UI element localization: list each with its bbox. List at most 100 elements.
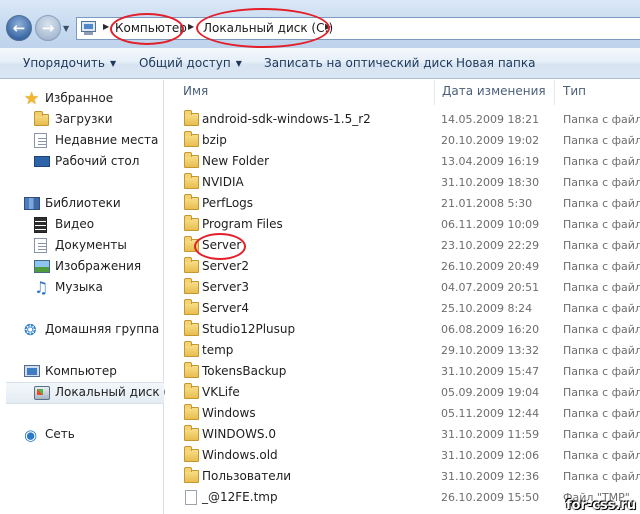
file-row[interactable]: Пользователи 31.10.2009 12:36 Папка с файл [165,467,640,488]
computer-icon [80,21,97,36]
nav-recent[interactable]: Недавние места [34,131,159,151]
nav-local-disk[interactable]: Локальный диск (C [6,382,176,404]
folder-icon [184,173,199,189]
folder-icon [184,152,199,168]
nav-local-disk-label: Локальный диск (C [55,385,177,399]
folder-icon [184,278,199,294]
file-type: Папка с файл [563,176,640,189]
file-row[interactable]: WINDOWS.0 31.10.2009 11:59 Папка с файл [165,425,640,446]
desktop-icon [34,156,50,167]
nav-music[interactable]: ♫ Музыка [34,278,159,298]
burn-button[interactable]: Записать на оптический диск [264,56,453,70]
nav-libraries[interactable]: Библиотеки [24,194,154,214]
nav-downloads[interactable]: Загрузки [34,110,159,130]
nav-homegroup[interactable]: ❂ Домашняя группа [24,320,159,340]
file-row[interactable]: bzip 20.10.2009 19:02 Папка с файл [165,131,640,152]
file-date: 14.05.2009 18:21 [441,113,540,126]
organize-button[interactable]: Упорядочить ▼ [23,56,116,70]
file-name: Windows.old [202,448,278,462]
file-type: Папка с файл [563,239,640,252]
new-folder-button[interactable]: Новая папка [456,56,535,70]
file-row[interactable]: TokensBackup 31.10.2009 15:47 Папка с файл [165,362,640,383]
nav-video[interactable]: Видео [34,215,159,235]
file-icon [185,490,197,505]
file-type: Папка с файл [563,407,640,420]
recent-places-icon [34,133,47,148]
folder-icon [184,257,199,273]
breadcrumb-separator-icon[interactable]: ▶ [103,22,109,31]
file-name: TokensBackup [202,364,287,378]
file-date: 31.10.2009 12:06 [441,449,540,462]
folder-icon [184,425,199,441]
share-button[interactable]: Общий доступ ▼ [139,56,242,70]
file-row[interactable]: Server3 04.07.2009 20:51 Папка с файл [165,278,640,299]
column-divider[interactable] [434,80,435,105]
column-header-date[interactable]: Дата изменения [442,84,546,106]
file-type: Папка с файл [563,302,640,315]
file-type: Папка с файл [563,428,640,441]
file-date: 06.11.2009 10:09 [441,218,540,231]
file-type: Папка с файл [563,470,640,483]
nav-music-label: Музыка [55,280,103,294]
file-row[interactable]: android-sdk-windows-1.5_r2 14.05.2009 18:… [165,110,640,131]
column-header-type[interactable]: Тип [563,84,586,106]
file-date: 29.10.2009 13:32 [441,344,540,357]
file-date: 05.11.2009 12:44 [441,407,540,420]
file-row[interactable]: Windows 05.11.2009 12:44 Папка с файл [165,404,640,425]
column-divider[interactable] [554,80,555,105]
forward-button[interactable]: → [35,15,61,41]
file-row[interactable]: Studio12Plusup 06.08.2009 16:20 Папка с фа… [165,320,640,341]
file-name: Пользователи [202,469,292,483]
file-row[interactable]: New Folder 13.04.2009 16:19 Папка с файл [165,152,640,173]
file-date: 31.10.2009 15:47 [441,365,540,378]
organize-label: Упорядочить [23,56,105,70]
file-date: 31.10.2009 11:59 [441,428,540,441]
command-bar: Упорядочить ▼ Общий доступ ▼ Записать на о… [0,48,640,79]
forward-arrow-icon: → [41,19,55,37]
file-date: 23.10.2009 22:29 [441,239,540,252]
file-name: android-sdk-windows-1.5_r2 [202,112,371,126]
file-name: VKLife [202,385,240,399]
nav-desktop[interactable]: Рабочий стол [34,152,159,172]
red-annotation-circle [110,13,184,45]
downloads-folder-icon [34,111,49,126]
red-annotation-circle [194,233,246,260]
file-type: Папка с файл [563,113,640,126]
nav-favorites[interactable]: ★ Избранное [24,89,154,109]
documents-icon [34,238,47,253]
nav-desktop-label: Рабочий стол [55,154,140,168]
file-name: Studio12Plusup [202,322,296,336]
nav-pictures[interactable]: Изображения [34,257,159,277]
breadcrumb-separator-icon[interactable]: ▶ [188,22,194,31]
watermark: for-css.ru [565,498,636,513]
file-date: 06.08.2009 16:20 [441,323,540,336]
file-date: 21.01.2008 5:30 [441,197,533,210]
file-name: temp [202,343,234,357]
file-row[interactable]: NVIDIA 31.10.2009 18:30 Папка с файл [165,173,640,194]
file-row[interactable]: Server4 25.10.2009 8:24 Папка с файл [165,299,640,320]
nav-video-label: Видео [55,217,95,231]
new-folder-label: Новая папка [456,56,536,70]
back-button[interactable]: ← [6,15,32,41]
nav-network[interactable]: ◉ Сеть [24,425,154,445]
file-type: Папка с файл [563,155,640,168]
file-date: 31.10.2009 12:36 [441,470,540,483]
music-icon: ♫ [34,278,49,297]
nav-documents[interactable]: Документы [34,236,159,256]
video-icon [34,217,47,233]
history-dropdown-icon[interactable]: ▼ [63,24,69,33]
file-row[interactable]: PerfLogs 21.01.2008 5:30 Папка с файл [165,194,640,215]
nav-pictures-label: Изображения [55,259,142,273]
file-row[interactable]: Windows.old 31.10.2009 12:06 Папка с файл [165,446,640,467]
dropdown-arrow-icon: ▼ [109,59,117,68]
file-row[interactable]: temp 29.10.2009 13:32 Папка с файл [165,341,640,362]
column-header-name[interactable]: Имя [183,84,208,106]
file-row[interactable]: VKLife 05.09.2009 19:04 Папка с файл [165,383,640,404]
file-name: Server2 [202,259,249,273]
nav-computer[interactable]: Компьютер [24,362,154,382]
file-type: Папка с файл [563,218,640,231]
file-row[interactable]: Program Files 06.11.2009 10:09 Папка с фай… [165,215,640,236]
file-type: Папка с файл [563,323,640,336]
file-row[interactable]: Server2 26.10.2009 20:49 Папка с файл [165,257,640,278]
address-bar: ← → ▼ ▶ Компьютер ▶ Локальный диск (C:) … [0,0,640,48]
